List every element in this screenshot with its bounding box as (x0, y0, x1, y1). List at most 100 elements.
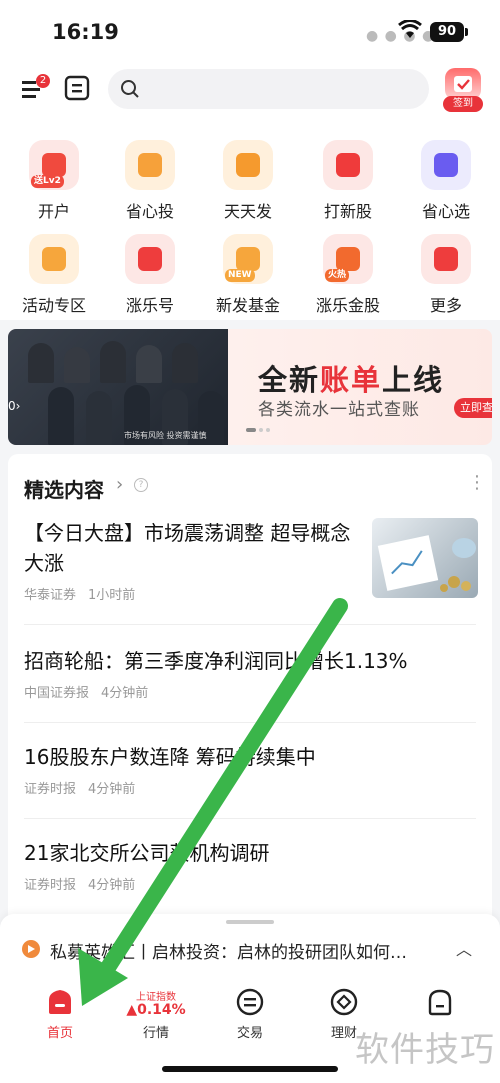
featured-content-card: 精选内容 › ? ⋮ 【今日大盘】市场震荡调整 超导概念大涨 华泰证券 1小时前 … (8, 454, 492, 974)
news-item[interactable]: 16股股东户数连降 筹码持续集中 证券时报 4分钟前 (24, 742, 476, 797)
play-icon[interactable] (22, 940, 40, 958)
grid-item[interactable]: 省心投 (108, 126, 192, 221)
nav-label: 交易 (236, 1026, 263, 1041)
nav-trade[interactable]: 交易 (202, 986, 298, 1046)
news-time: 4分钟前 (88, 782, 136, 797)
banner-subtitle: 各类流水一站式查账 (258, 400, 420, 420)
trade-icon (236, 988, 264, 1016)
rise-icon (125, 234, 175, 284)
chevron-right-icon[interactable]: › (116, 474, 123, 495)
banner-pager (246, 428, 270, 432)
heart-invest-icon (125, 140, 175, 190)
hot-stock-icon: 火热 (323, 234, 373, 284)
new-fund-icon: NEW (223, 234, 273, 284)
grid-label: 省心投 (125, 202, 174, 221)
grid-item[interactable]: 送Lv2 开户 (12, 126, 96, 221)
nav-label: 行情 (142, 1026, 169, 1041)
grid-label: 打新股 (323, 202, 372, 221)
signin-label: 签到 (443, 96, 483, 112)
index-change: ▲0.14% (126, 1002, 186, 1018)
section-title[interactable]: 精选内容 (24, 474, 104, 503)
nav-label: 首页 (46, 1026, 73, 1041)
news-time: 1小时前 (88, 588, 136, 603)
news-meta: 证券时报 4分钟前 (24, 874, 476, 893)
grid-badge: 火热 (325, 269, 350, 282)
watermark: 软件技巧 (355, 1030, 495, 1070)
grid-label: 涨乐金股 (315, 296, 380, 315)
divider (24, 624, 476, 625)
grid-label: 省心选 (421, 202, 470, 221)
star-icon (421, 140, 471, 190)
grid-label: 活动专区 (21, 296, 86, 315)
news-thumbnail[interactable] (372, 518, 478, 598)
news-title: 21家北交所公司获机构调研 (24, 841, 270, 865)
quick-entry-grid: 送Lv2 开户 省心投 天天发 打新股 省心选 活动专区 涨乐号 NEW 新发基金 火热 涨乐金股 更多 (0, 120, 500, 320)
icon-glyph (336, 247, 360, 271)
grid-item[interactable]: 涨乐号 (108, 220, 192, 315)
news-item[interactable]: 【今日大盘】市场震荡调整 超导概念大涨 华泰证券 1小时前 (24, 518, 360, 603)
chevron-up-icon[interactable]: ︿ (456, 936, 472, 960)
balloon-icon (29, 234, 79, 284)
search-input[interactable] (108, 69, 429, 109)
promo-banner[interactable]: 0› 市场有风险 投资需谨慎 全新账单上线 各类流水一站式查账 立即查看 (8, 329, 492, 445)
banner-photo: 0› 市场有风险 投资需谨慎 (8, 329, 228, 445)
news-item[interactable]: 招商轮船：第三季度净利润同比增长1.13% 中国证券报 4分钟前 (24, 646, 476, 701)
headline-highlight: 账单 (320, 363, 383, 397)
more-vertical-icon[interactable]: ⋮ (468, 472, 486, 493)
divider (24, 818, 476, 819)
status-time: 16:19 (52, 20, 119, 44)
help-icon[interactable]: ? (134, 478, 148, 492)
grid-label: 开户 (37, 202, 70, 221)
account-open-icon: 送Lv2 (29, 140, 79, 190)
home-icon (46, 988, 74, 1016)
audio-ticker[interactable]: 私募英雄汇丨启林投资：启林的投研团队如何… ︿ (0, 914, 500, 978)
trend-up-icon (223, 140, 273, 190)
news-time: 4分钟前 (88, 878, 136, 893)
grid-label: 涨乐号 (125, 296, 174, 315)
home-indicator (162, 1066, 338, 1072)
signin-button[interactable]: 签到 (443, 66, 483, 114)
icon-glyph (336, 153, 360, 177)
news-time: 4分钟前 (101, 686, 149, 701)
news-title: 16股股东户数连降 筹码持续集中 (24, 745, 316, 769)
grid-badge: 送Lv2 (31, 175, 64, 188)
headline-part: 全新 (258, 363, 321, 397)
grid-item[interactable]: 更多 (404, 220, 488, 315)
icon-glyph (138, 247, 162, 271)
wifi-icon (398, 19, 422, 44)
news-title: 【今日大盘】市场震荡调整 超导概念大涨 (24, 521, 351, 575)
news-source: 证券时报 (24, 782, 77, 797)
icon-glyph (236, 247, 260, 271)
icon-glyph (434, 247, 458, 271)
banner-cta-button[interactable]: 立即查看 (454, 398, 492, 418)
icon-glyph (434, 153, 458, 177)
nav-market[interactable]: 上证指数 ▲0.14% 行情 (108, 986, 204, 1046)
nav-home[interactable]: 首页 (12, 986, 108, 1046)
grid-item[interactable]: 天天发 (206, 126, 290, 221)
notification-badge: 2 (36, 74, 50, 88)
grid-label: 新发基金 (215, 296, 280, 315)
news-item[interactable]: 21家北交所公司获机构调研 证券时报 4分钟前 (24, 838, 476, 893)
risk-note: 市场有风险 投资需谨慎 (124, 431, 207, 440)
ticker-text: 私募英雄汇丨启林投资：启林的投研团队如何… (50, 943, 407, 963)
message-list-icon[interactable] (64, 74, 90, 102)
grid-label: 更多 (429, 296, 462, 315)
drag-handle[interactable] (226, 920, 274, 924)
grid-item[interactable]: 火热涨乐金股 (306, 220, 390, 315)
index-name: 上证指数 (136, 992, 176, 1003)
grid-label: 天天发 (223, 202, 272, 221)
headline-part: 上线 (382, 363, 445, 397)
status-bar: 16:19 ● ● ● ● 90 (0, 0, 500, 62)
search-icon (120, 79, 140, 103)
grid-badge: NEW (225, 269, 255, 282)
grid-item[interactable]: 省心选 (404, 126, 488, 221)
grid-item[interactable]: 活动专区 (12, 220, 96, 315)
top-bar: 2 签到 (0, 62, 500, 120)
icon-glyph (138, 153, 162, 177)
profile-icon (426, 988, 454, 1016)
grid-item[interactable]: NEW 新发基金 (206, 220, 290, 315)
news-title: 招商轮船：第三季度净利润同比增长1.13% (24, 649, 408, 673)
more-grid-icon (421, 234, 471, 284)
battery-icon: 90 (430, 22, 468, 42)
grid-item[interactable]: 打新股 (306, 126, 390, 221)
